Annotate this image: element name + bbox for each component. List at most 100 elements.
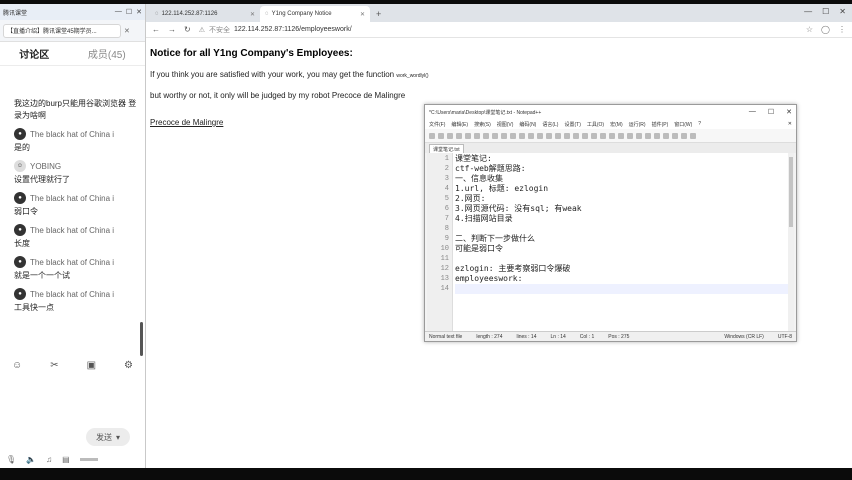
menu-item[interactable]: 编辑(E) bbox=[451, 121, 468, 128]
speaker-icon[interactable]: 🔈 bbox=[26, 455, 36, 464]
menu-item[interactable]: 运行(R) bbox=[629, 121, 646, 128]
toolbar-button-icon[interactable] bbox=[564, 132, 570, 139]
toolbar-button-icon[interactable] bbox=[591, 132, 597, 139]
settings-icon[interactable]: ⚙ bbox=[124, 360, 133, 371]
toolbar-button-icon[interactable] bbox=[600, 132, 606, 139]
menu-item[interactable]: 语言(L) bbox=[542, 121, 558, 128]
toolbar-button-icon[interactable] bbox=[438, 132, 444, 139]
avatar[interactable]: ☺ bbox=[14, 160, 26, 172]
code-line[interactable] bbox=[455, 284, 794, 294]
address-bar[interactable]: ⚠ 不安全 122.114.252.87:1126/employeeswork/ bbox=[199, 25, 352, 35]
course-tab[interactable]: 【直播介绍】腾讯课堂45期学员... bbox=[3, 23, 121, 38]
volume-bar[interactable] bbox=[79, 458, 98, 461]
avatar[interactable]: ● bbox=[14, 128, 26, 140]
toolbar-button-icon[interactable] bbox=[528, 132, 534, 139]
scrollbar-thumb[interactable] bbox=[789, 157, 793, 227]
minimize-icon[interactable]: — bbox=[115, 8, 122, 16]
browser-tab-active[interactable]: ◌ Y1ng Company Notice ✕ bbox=[260, 6, 370, 22]
avatar[interactable]: ● bbox=[14, 256, 26, 268]
minimize-icon[interactable]: — bbox=[804, 7, 812, 16]
menu-item[interactable]: 宏(M) bbox=[610, 121, 623, 128]
menu-item[interactable]: 搜索(S) bbox=[474, 121, 491, 128]
toolbar-button-icon[interactable] bbox=[465, 132, 471, 139]
music-icon[interactable]: ♫ bbox=[46, 455, 52, 464]
code-line[interactable]: 1.url, 标题: ezlogin bbox=[455, 184, 794, 194]
scissors-icon[interactable]: ✂ bbox=[50, 360, 58, 371]
code-line[interactable]: 3.网页源代码: 没有sql; 有weak bbox=[455, 204, 794, 214]
code-line[interactable]: 2.网页: bbox=[455, 194, 794, 204]
code-line[interactable]: ezlogin: 主要考察弱口令爆破 bbox=[455, 264, 794, 274]
forward-icon[interactable]: → bbox=[168, 25, 176, 34]
close-icon[interactable]: ✕ bbox=[839, 7, 846, 16]
back-icon[interactable]: ← bbox=[152, 25, 160, 34]
code-line[interactable]: employeeswork: bbox=[455, 274, 794, 284]
toolbar-button-icon[interactable] bbox=[474, 132, 480, 139]
code-line[interactable]: 课堂笔记: bbox=[455, 154, 794, 164]
code-line[interactable]: 一、信息收集 bbox=[455, 174, 794, 184]
menu-item[interactable]: 设置(T) bbox=[564, 121, 580, 128]
toolbar-button-icon[interactable] bbox=[555, 132, 561, 139]
avatar[interactable]: ● bbox=[14, 288, 26, 300]
toolbar-button-icon[interactable] bbox=[582, 132, 588, 139]
close-tab-icon[interactable]: ✕ bbox=[124, 27, 130, 35]
image-icon[interactable]: ▣ bbox=[87, 360, 96, 371]
menu-item[interactable]: 工具(O) bbox=[587, 121, 604, 128]
toolbar-button-icon[interactable] bbox=[609, 132, 615, 139]
browser-tab[interactable]: ◌ 122.114.252.87:1126 ✕ bbox=[150, 6, 260, 22]
code-line[interactable]: 二、判断下一步做什么 bbox=[455, 234, 794, 244]
star-icon[interactable]: ☆ bbox=[806, 25, 813, 34]
toolbar-button-icon[interactable] bbox=[663, 132, 669, 139]
maximize-icon[interactable]: ☐ bbox=[768, 108, 774, 116]
code-line[interactable]: 4.扫描网站目录 bbox=[455, 214, 794, 224]
close-document-icon[interactable]: ✕ bbox=[788, 121, 792, 127]
close-icon[interactable]: ✕ bbox=[136, 8, 142, 16]
toolbar-button-icon[interactable] bbox=[483, 132, 489, 139]
robot-link[interactable]: Precoce de Malingre bbox=[150, 118, 223, 127]
editor-text[interactable]: 课堂笔记: ctf-web解题思路: 一、信息收集 1.url, 标题: ezlogi… bbox=[453, 153, 794, 331]
tab-members[interactable]: 成员(45) bbox=[88, 46, 126, 61]
chevron-down-icon[interactable]: ▾ bbox=[116, 433, 120, 442]
tab-discussion[interactable]: 讨论区 bbox=[19, 46, 49, 61]
toolbar-button-icon[interactable] bbox=[573, 132, 579, 139]
code-line[interactable]: 可能是弱口令 bbox=[455, 244, 794, 254]
toolbar-button-icon[interactable] bbox=[654, 132, 660, 139]
toolbar-button-icon[interactable] bbox=[537, 132, 543, 139]
emoji-icon[interactable]: ☺ bbox=[12, 360, 22, 371]
toolbar-button-icon[interactable] bbox=[447, 132, 453, 139]
toolbar-button-icon[interactable] bbox=[546, 132, 552, 139]
toolbar-button-icon[interactable] bbox=[672, 132, 678, 139]
code-line[interactable] bbox=[455, 224, 794, 234]
avatar[interactable]: ● bbox=[14, 224, 26, 236]
code-line[interactable]: ctf-web解题思路: bbox=[455, 164, 794, 174]
menu-item[interactable]: 文件(F) bbox=[429, 121, 445, 128]
editor-scrollbar[interactable] bbox=[788, 153, 794, 331]
mic-icon[interactable]: 🎙 bbox=[6, 455, 16, 464]
toolbar-button-icon[interactable] bbox=[456, 132, 462, 139]
toolbar-button-icon[interactable] bbox=[492, 132, 498, 139]
document-icon[interactable]: ▤ bbox=[62, 455, 70, 464]
toolbar-button-icon[interactable] bbox=[690, 132, 696, 139]
minimize-icon[interactable]: — bbox=[749, 108, 756, 116]
chat-scrollbar[interactable] bbox=[140, 322, 143, 356]
editor[interactable]: 1 2 3 4 5 6 7 8 9 10 11 12 13 14 课堂笔记: ctf-web解题思路: 一、信… bbox=[427, 153, 794, 331]
close-icon[interactable]: ✕ bbox=[360, 11, 365, 18]
menu-item[interactable]: 插件(P) bbox=[652, 121, 669, 128]
toolbar-button-icon[interactable] bbox=[636, 132, 642, 139]
menu-item[interactable]: ? bbox=[698, 121, 701, 127]
toolbar-button-icon[interactable] bbox=[618, 132, 624, 139]
profile-icon[interactable]: ◯ bbox=[821, 25, 830, 34]
file-tab[interactable]: 课堂笔记.txt bbox=[429, 144, 464, 153]
reload-icon[interactable]: ↻ bbox=[184, 25, 191, 34]
new-tab-icon[interactable]: + bbox=[370, 9, 387, 22]
close-icon[interactable]: ✕ bbox=[786, 108, 792, 116]
menu-item[interactable]: 视图(V) bbox=[497, 121, 514, 128]
toolbar-button-icon[interactable] bbox=[510, 132, 516, 139]
menu-item[interactable]: 窗口(W) bbox=[674, 121, 692, 128]
menu-icon[interactable]: ⋮ bbox=[838, 25, 846, 34]
maximize-icon[interactable]: ☐ bbox=[822, 7, 829, 16]
toolbar-button-icon[interactable] bbox=[645, 132, 651, 139]
code-line[interactable] bbox=[455, 254, 794, 264]
toolbar-button-icon[interactable] bbox=[501, 132, 507, 139]
avatar[interactable]: ● bbox=[14, 192, 26, 204]
close-icon[interactable]: ✕ bbox=[250, 11, 255, 18]
